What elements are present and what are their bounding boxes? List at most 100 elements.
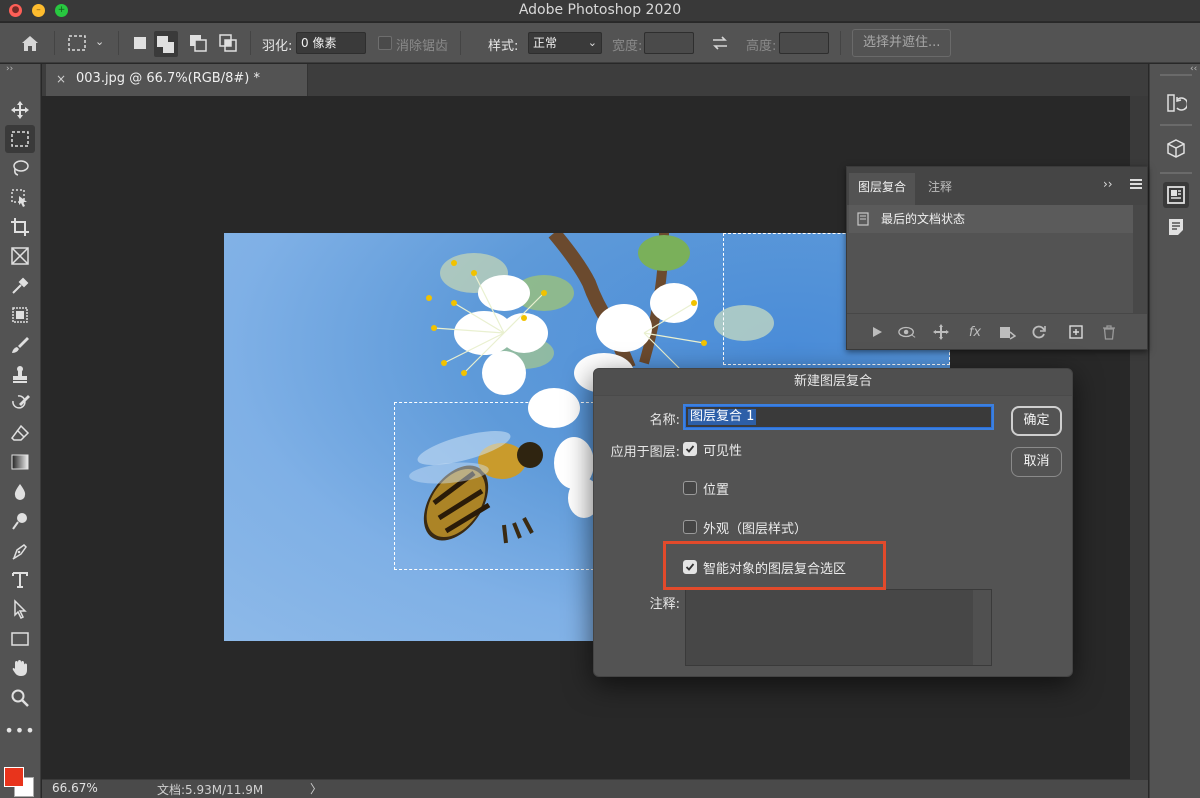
style-label: 样式: (488, 39, 519, 54)
status-menu-arrow[interactable]: 〉 (310, 780, 322, 797)
tab-layer-comps[interactable]: 图层复合 (858, 178, 906, 195)
style-select-value: 正常 (533, 36, 558, 50)
history-panel-button[interactable] (1163, 90, 1189, 116)
healing-brush-tool[interactable] (5, 301, 35, 329)
tab-notes[interactable]: 注释 (928, 178, 952, 195)
crop-tool[interactable] (5, 213, 35, 241)
subtract-from-selection-button[interactable] (188, 33, 208, 53)
marquee-preset-picker[interactable]: ⌄ (67, 34, 109, 54)
update-comp-icon[interactable] (1030, 323, 1048, 341)
position-checkbox[interactable] (683, 481, 697, 495)
subtract-selection-icon (190, 35, 207, 52)
zoom-level[interactable]: 66.67% (52, 781, 98, 795)
antialias-checkbox[interactable] (378, 36, 392, 50)
move-tool[interactable] (5, 96, 35, 124)
rectangular-marquee-tool[interactable] (5, 125, 35, 153)
notes-panel-button[interactable] (1163, 214, 1189, 240)
separator (840, 31, 841, 55)
zoom-tool[interactable] (5, 684, 35, 712)
apply-comp-icon[interactable] (868, 323, 886, 341)
comp-name: 最后的文档状态 (881, 212, 966, 226)
appearance-option[interactable]: 外观（图层样式） (683, 518, 807, 537)
new-selection-button[interactable] (130, 33, 150, 53)
visibility-checkbox[interactable] (683, 442, 697, 456)
panel-scrollbar[interactable] (1133, 205, 1147, 313)
layer-comps-icon (1167, 186, 1185, 204)
pen-tool[interactable] (5, 537, 35, 565)
list-item[interactable]: 最后的文档状态 (849, 205, 1133, 233)
select-and-mask-button[interactable]: 选择并遮住... (852, 29, 952, 57)
appearance-checkbox[interactable] (683, 520, 697, 534)
crop-icon (11, 218, 29, 236)
smart-object-comp-icon[interactable] (998, 323, 1016, 341)
history-brush-tool[interactable] (5, 389, 35, 417)
cancel-button[interactable]: 取消 (1011, 447, 1062, 477)
notes-scrollbar[interactable] (973, 590, 991, 665)
notes-label: 注释: (649, 597, 680, 612)
trash-icon[interactable] (1100, 323, 1118, 341)
ok-button[interactable]: 确定 (1011, 406, 1062, 436)
intersect-selection-button[interactable] (218, 33, 238, 53)
checkmark-icon (685, 445, 695, 453)
eraser-tool[interactable] (5, 419, 35, 447)
feather-input[interactable]: 0 像素 (296, 32, 366, 54)
blur-tool[interactable] (5, 478, 35, 506)
frame-icon (11, 247, 29, 265)
collapse-toolbar-icon[interactable]: ›› (6, 64, 13, 74)
swap-dimensions-button[interactable] (710, 34, 730, 52)
new-layer-comp-dialog: 新建图层复合 名称: 图层复合 1 应用于图层: 可见性 位置 外观（图层样式）… (593, 368, 1073, 677)
document-tab-bar: × 003.jpg @ 66.7%(RGB/8#) * (42, 64, 1148, 96)
tools-panel: ›› ••• ↰ (0, 64, 41, 798)
position-option[interactable]: 位置 (683, 479, 729, 498)
dodge-icon (12, 513, 27, 530)
3d-panel-button[interactable] (1163, 136, 1189, 162)
panel-dock: ‹‹ (1149, 64, 1200, 798)
height-label: 高度: (746, 39, 777, 54)
layer-comps-panel-button[interactable] (1163, 182, 1189, 208)
lasso-tool[interactable] (5, 154, 35, 182)
eyedropper-tool[interactable] (5, 272, 35, 300)
drop-icon (14, 484, 26, 500)
app-title: Adobe Photoshop 2020 (518, 2, 682, 18)
hand-tool[interactable] (5, 654, 35, 682)
edit-toolbar-button[interactable]: ••• (4, 716, 36, 744)
object-selection-tool[interactable] (5, 184, 35, 212)
add-to-selection-button[interactable] (154, 31, 178, 57)
height-input[interactable] (779, 32, 829, 54)
separator (118, 31, 119, 55)
type-tool[interactable] (5, 566, 35, 594)
object-selection-icon (11, 189, 27, 207)
type-icon (12, 572, 28, 588)
collapse-panels-icon[interactable]: ‹‹ (1190, 64, 1197, 74)
comp-name-input[interactable]: 图层复合 1 (685, 406, 992, 428)
visibility-icon[interactable] (898, 323, 916, 341)
frame-tool[interactable] (5, 242, 35, 270)
close-tab-icon[interactable]: × (56, 72, 66, 86)
rectangle-tool[interactable] (5, 625, 35, 653)
eyedropper-icon (12, 277, 29, 294)
visibility-option[interactable]: 可见性 (683, 440, 742, 459)
apply-to-layers-label: 应用于图层: (610, 445, 680, 460)
tab-title: 003.jpg @ 66.7%(RGB/8#) * (76, 71, 260, 86)
style-select[interactable]: 正常 ⌄ (528, 32, 602, 54)
antialias-label: 消除锯齿 (396, 39, 449, 54)
tab-003-jpg[interactable]: × 003.jpg @ 66.7%(RGB/8#) * (46, 64, 308, 96)
notes-textarea[interactable] (685, 589, 992, 666)
new-comp-icon[interactable] (1067, 323, 1085, 341)
position-icon[interactable] (932, 323, 950, 341)
gradient-tool[interactable] (5, 448, 35, 476)
history-icon (1167, 94, 1187, 112)
dodge-tool[interactable] (5, 507, 35, 535)
expand-panel-icon[interactable]: ›› (1103, 177, 1113, 191)
fx-icon[interactable]: fx (966, 323, 984, 341)
width-input[interactable] (644, 32, 694, 54)
clone-stamp-tool[interactable] (5, 360, 35, 388)
more-icon: ••• (4, 720, 36, 740)
panel-menu-icon[interactable] (1130, 179, 1142, 189)
new-selection-icon (134, 37, 146, 49)
foreground-color-swatch[interactable] (4, 767, 24, 787)
path-selection-tool[interactable] (5, 595, 35, 623)
home-icon (22, 36, 38, 51)
home-button[interactable] (19, 33, 41, 53)
brush-tool[interactable] (5, 331, 35, 359)
